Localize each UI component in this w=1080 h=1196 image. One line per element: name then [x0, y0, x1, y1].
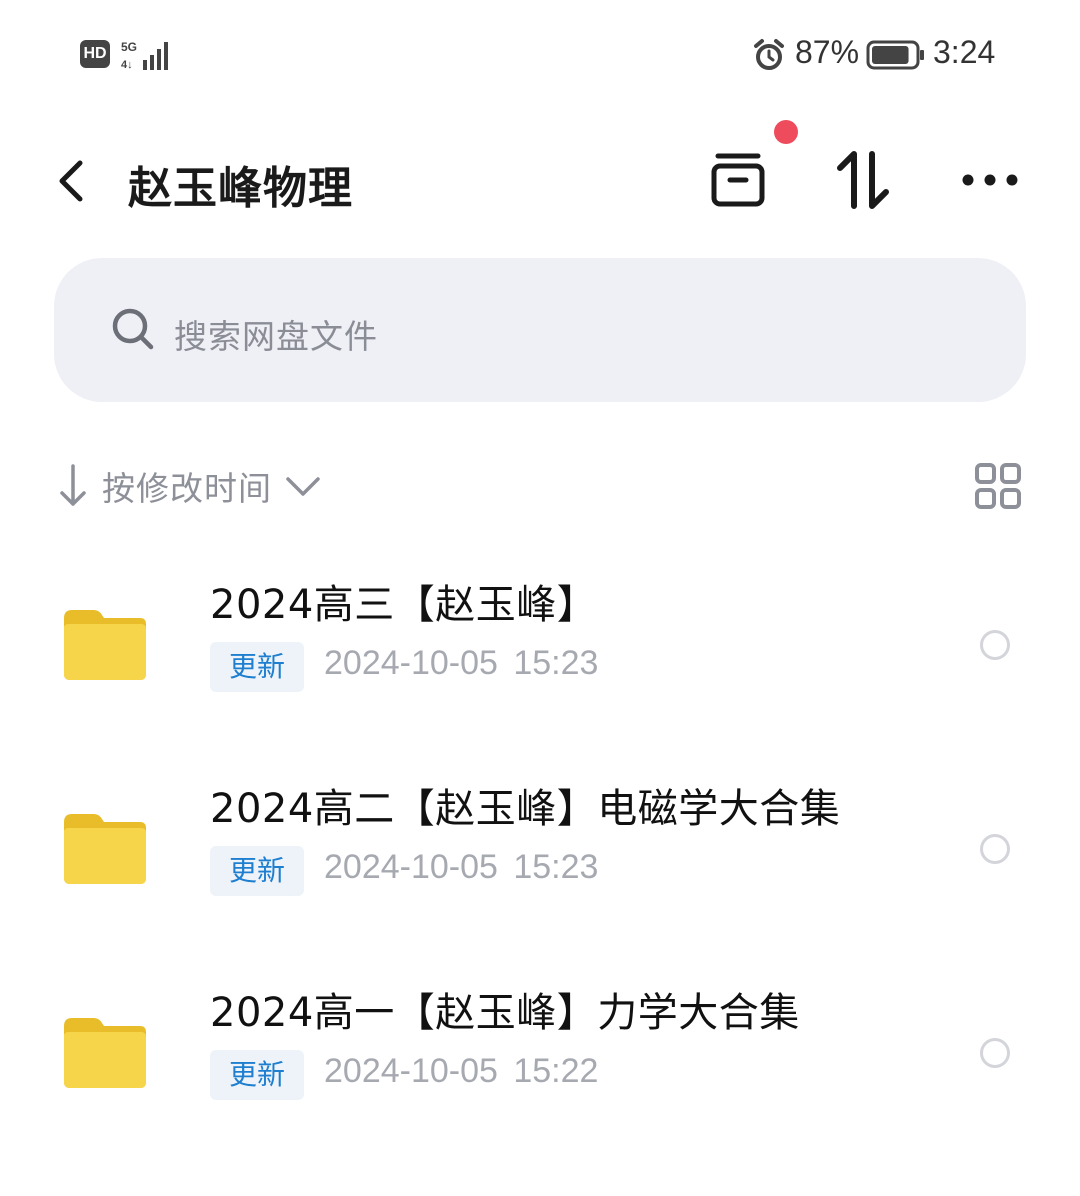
signal-icon: 5G 4↓ [121, 40, 168, 70]
select-radio[interactable] [980, 630, 1010, 660]
grid-view-icon[interactable] [974, 462, 1022, 510]
file-name: 2024高三【赵玉峰】 [210, 582, 598, 628]
folder-icon [64, 1018, 146, 1088]
sort-dropdown[interactable]: 按修改时间 [56, 458, 322, 514]
file-name: 2024高一【赵玉峰】力学大合集 [210, 990, 800, 1036]
battery-percent: 87% [795, 34, 860, 70]
search-input[interactable]: 搜索网盘文件 [54, 258, 1026, 402]
update-badge: 更新 [210, 846, 304, 896]
page-title: 赵玉峰物理 [128, 163, 353, 214]
list-item[interactable]: 2024高三【赵玉峰】 更新 2024-10-05 15:23 [0, 564, 1080, 744]
hd-badge: HD [80, 40, 110, 68]
modified-date: 2024-10-05 15:22 [324, 1052, 599, 1090]
status-bar: HD 5G 4↓ 87% 3:24 [0, 0, 1080, 110]
folder-icon [64, 814, 146, 884]
arrow-down-icon [60, 464, 86, 506]
list-item[interactable]: 2024高二【赵玉峰】电磁学大合集 更新 2024-10-05 15:23 [0, 768, 1080, 948]
archive-icon[interactable] [706, 148, 770, 212]
sort-label: 按修改时间 [102, 469, 272, 508]
battery-icon [866, 40, 924, 70]
svg-text:4↓: 4↓ [121, 59, 133, 70]
svg-text:5G: 5G [121, 40, 137, 54]
clock: 3:24 [933, 34, 996, 70]
search-icon [112, 308, 154, 350]
chevron-left-icon[interactable] [52, 155, 92, 207]
list-item[interactable]: 2024高一【赵玉峰】力学大合集 更新 2024-10-05 15:22 [0, 972, 1080, 1152]
modified-date: 2024-10-05 15:23 [324, 848, 599, 886]
update-badge: 更新 [210, 642, 304, 692]
select-radio[interactable] [980, 834, 1010, 864]
select-radio[interactable] [980, 1038, 1010, 1068]
modified-date: 2024-10-05 15:23 [324, 644, 599, 682]
update-badge: 更新 [210, 1050, 304, 1100]
transfer-icon[interactable] [834, 148, 894, 212]
search-placeholder: 搜索网盘文件 [174, 317, 378, 356]
alarm-icon [754, 39, 784, 70]
chevron-down-icon [286, 477, 320, 496]
file-name: 2024高二【赵玉峰】电磁学大合集 [210, 786, 841, 832]
notification-dot [774, 120, 798, 144]
folder-icon [64, 610, 146, 680]
more-icon[interactable] [958, 160, 1022, 200]
